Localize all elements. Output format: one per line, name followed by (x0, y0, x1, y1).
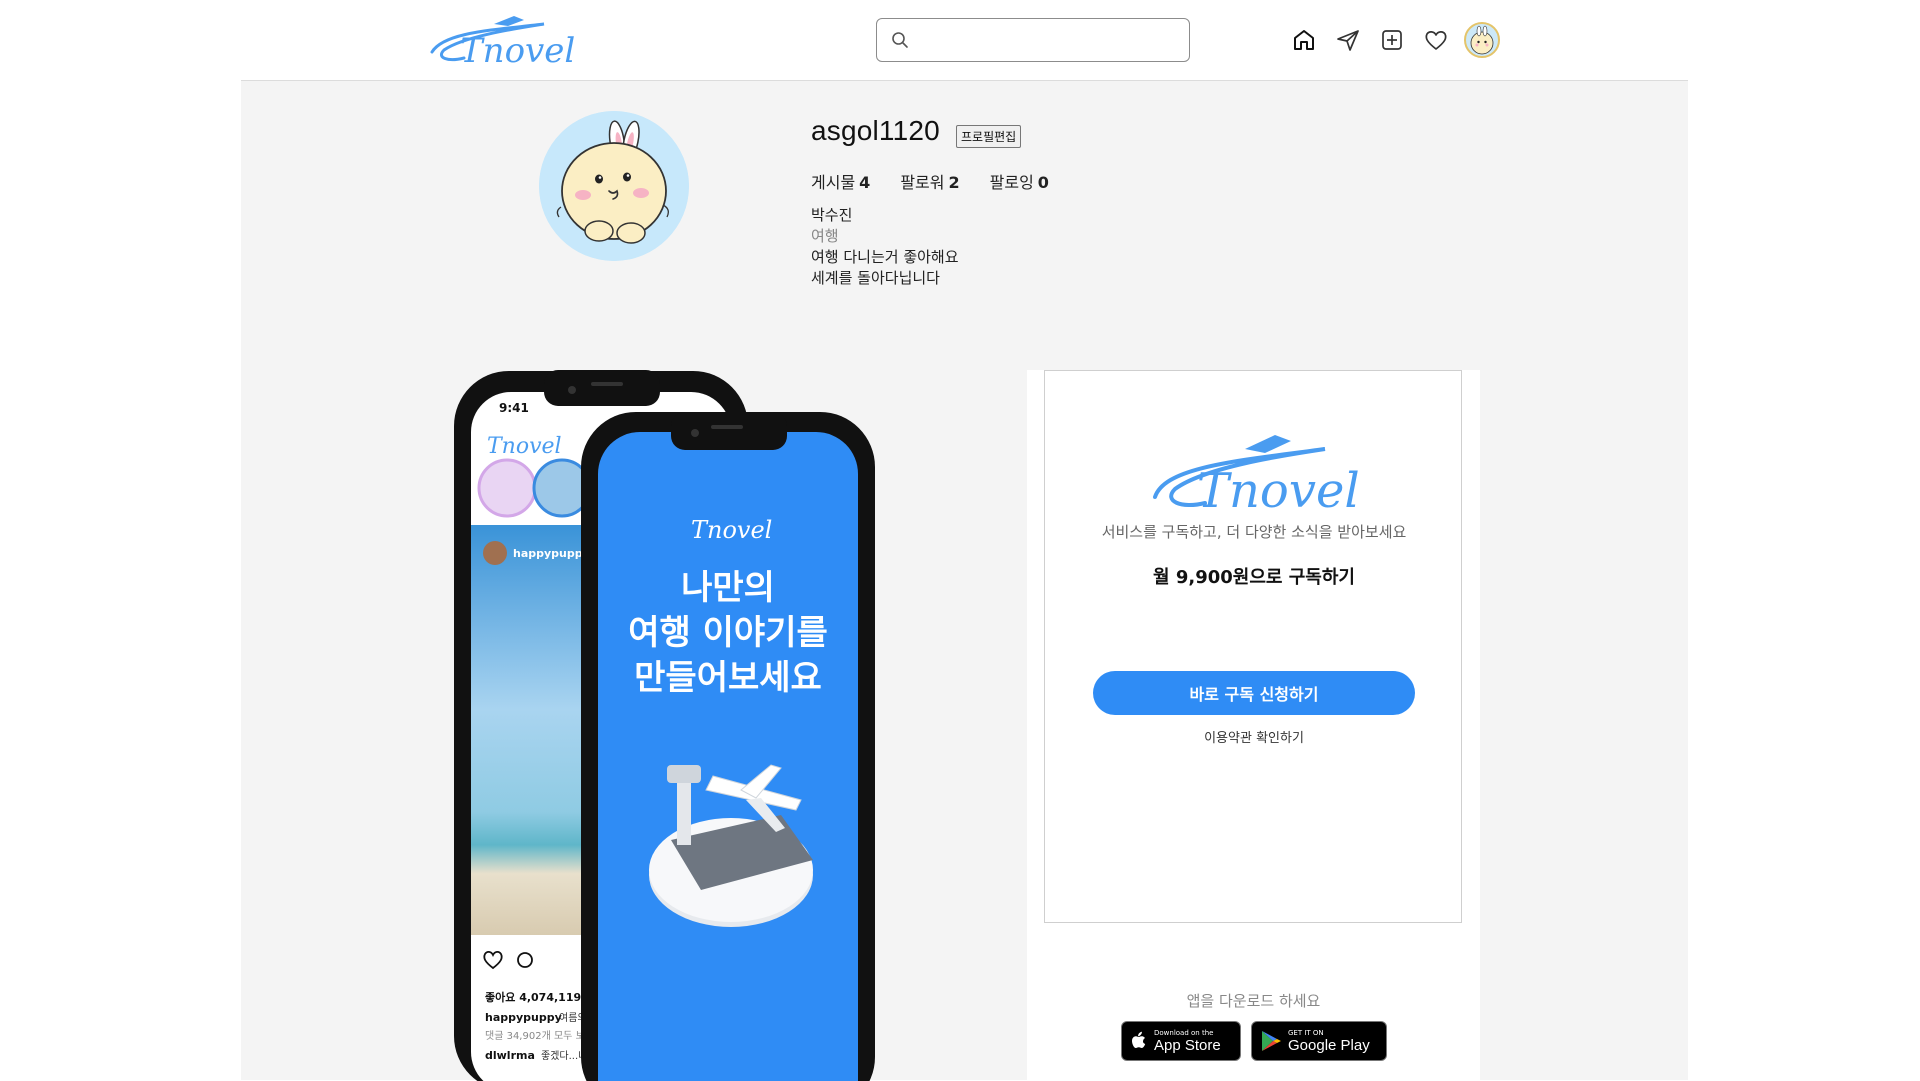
stat-followers-value: 2 (948, 173, 960, 192)
stat-followers[interactable]: 팔로워 2 (900, 169, 959, 193)
stat-following[interactable]: 팔로잉 0 (990, 169, 1049, 193)
app-store-badge[interactable]: Download on the App Store (1121, 1021, 1241, 1061)
phone-back-logo: Tnovel (487, 434, 562, 459)
promo-headline-line: 만들어보세요 (634, 658, 822, 698)
bunny-character-illustration (539, 111, 689, 261)
profile-page-content: asgol1120 프로필편집 게시물 4 팔로워 2 팔로잉 0 박수진 여행 여행… (241, 80, 1688, 1081)
subscription-logo-wordmark: Tnovel (1197, 463, 1360, 517)
view-comments: 댓글 34,902개 모두 보기 (485, 1030, 594, 1042)
google-play-badge[interactable]: GET IT ON Google Play (1251, 1021, 1387, 1061)
app-promo-phones: 9:41 Tnovel happypuppy 좋아요 4,074,119개 ha… (454, 370, 875, 1081)
post-user-avatar (483, 541, 507, 565)
subscribe-now-button[interactable]: 바로 구독 신청하기 (1093, 671, 1415, 715)
home-button[interactable] (1286, 22, 1322, 58)
send-icon (1337, 30, 1359, 51)
profile-avatar[interactable] (539, 111, 689, 261)
stat-followers-label: 팔로워 (900, 173, 945, 192)
post-likes: 좋아요 4,074,119개 (485, 990, 591, 1004)
logo-wordmark: Tnovel (460, 31, 574, 70)
phone-time: 9:41 (499, 401, 529, 415)
promo-headline-line: 여행 이야기를 (628, 613, 828, 653)
top-navigation-bar: Tnovel (0, 0, 1920, 80)
nav-icons (1286, 22, 1500, 58)
app-store-small-text: Download on the (1154, 1028, 1214, 1037)
tnovel-logo[interactable]: Tnovel (424, 10, 574, 70)
heart-icon (1425, 31, 1447, 50)
subscription-panel: Tnovel 서비스를 구독하고, 더 다양한 소식을 받아보세요 월 9,90… (1027, 370, 1480, 1081)
phone-front: Tnovel 나만의 여행 이야기를 만들어보세요 (581, 412, 875, 1081)
download-app-text: 앱을 다운로드 하세요 (1186, 992, 1321, 1010)
subscription-description: 서비스를 구독하고, 더 다양한 소식을 받아보세요 (1101, 523, 1407, 541)
stat-following-value: 0 (1037, 173, 1049, 192)
phone-front-logo: Tnovel (691, 516, 772, 544)
profile-stats: 게시물 4 팔로워 2 팔로잉 0 (811, 169, 1079, 193)
story-avatar[interactable] (477, 458, 537, 518)
subscription-logo: Tnovel (1153, 435, 1360, 517)
profile-username: asgol1120 (811, 115, 940, 146)
profile-category: 여행 (811, 227, 839, 245)
stat-following-label: 팔로잉 (989, 173, 1034, 192)
direct-message-button[interactable] (1330, 22, 1366, 58)
subscription-price: 월 9,900원으로 구독하기 (1153, 567, 1355, 588)
comment-username: dlwlrma (485, 1049, 535, 1062)
bio-line: 여행 다니는거 좋아해요 (811, 248, 959, 266)
subscription-card: Tnovel 서비스를 구독하고, 더 다양한 소식을 받아보세요 월 9,90… (1044, 370, 1462, 923)
caption-username: happypuppy (485, 1011, 562, 1024)
search-input[interactable] (919, 25, 1169, 55)
edit-profile-button[interactable]: 프로필편집 (956, 125, 1022, 148)
stat-posts-value: 4 (859, 173, 871, 192)
promo-headline-line: 나만의 (681, 568, 775, 608)
new-post-button[interactable] (1374, 22, 1410, 58)
apple-icon (1132, 1031, 1146, 1048)
home-icon (1294, 30, 1314, 50)
add-post-icon (1382, 30, 1402, 50)
stat-posts-label: 게시물 (811, 173, 856, 192)
activity-button[interactable] (1418, 22, 1454, 58)
profile-menu-avatar[interactable] (1464, 22, 1500, 58)
post-username: happypuppy (513, 547, 590, 560)
search-icon (892, 32, 908, 48)
google-play-icon (1262, 1031, 1281, 1051)
app-store-big-text: App Store (1154, 1036, 1221, 1054)
bunny-avatar-icon (1470, 25, 1494, 55)
google-play-big-text: Google Play (1288, 1036, 1370, 1054)
stat-posts[interactable]: 게시물 4 (811, 169, 870, 193)
bio-line: 세계를 돌아다닙니다 (811, 269, 940, 287)
profile-name: 박수진 (811, 206, 853, 224)
search-box[interactable] (876, 18, 1190, 62)
google-play-small-text: GET IT ON (1288, 1028, 1324, 1037)
profile-bio: 박수진 여행 여행 다니는거 좋아해요 세계를 돌아다닙니다 (811, 205, 959, 289)
terms-link[interactable]: 이용약관 확인하기 (1045, 727, 1463, 746)
